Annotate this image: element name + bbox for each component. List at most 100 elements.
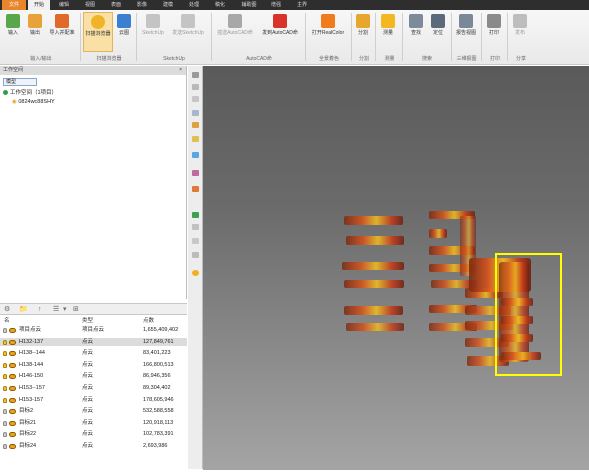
- tool-icon-5[interactable]: [192, 122, 199, 128]
- import-button[interactable]: 输入: [3, 12, 23, 52]
- menu-tab-draft[interactable]: 稿化: [210, 0, 230, 10]
- measure-button[interactable]: 测量: [378, 12, 398, 52]
- dropdown-icon[interactable]: ▾: [63, 306, 67, 314]
- column-header-name[interactable]: 名: [4, 317, 10, 325]
- report-view-button[interactable]: 报告视图: [454, 12, 478, 52]
- view-icon[interactable]: ⊞: [73, 306, 79, 314]
- table-row[interactable]: 项目点云 项目点云 1,655,409,402: [0, 326, 187, 335]
- visibility-bulb-icon[interactable]: [3, 386, 7, 391]
- menu-tab-main[interactable]: 主界: [292, 0, 312, 10]
- up-arrow-icon[interactable]: ↑: [38, 306, 42, 314]
- visibility-bulb-icon[interactable]: [3, 397, 7, 403]
- visibility-bulb-icon[interactable]: [3, 328, 7, 333]
- folder-icon[interactable]: 📁: [19, 306, 28, 314]
- point-cloud-right-block: [465, 258, 541, 366]
- visibility-bulb-icon[interactable]: [3, 339, 7, 345]
- menu-tab-process[interactable]: 处理: [184, 0, 204, 10]
- tool-icon-6[interactable]: [192, 136, 199, 142]
- close-icon[interactable]: ×: [179, 66, 182, 75]
- export-icon: [28, 14, 42, 28]
- print-button[interactable]: 打印: [484, 12, 504, 52]
- cloud-view-button[interactable]: 云图: [115, 12, 133, 52]
- tool-icon-11[interactable]: [192, 224, 199, 230]
- menu-file-tab[interactable]: 文件: [2, 0, 26, 10]
- tool-icon-13[interactable]: [192, 252, 199, 258]
- visibility-bulb-icon[interactable]: [3, 362, 7, 368]
- export-button[interactable]: 输出: [25, 12, 45, 52]
- visibility-bulb-icon[interactable]: [3, 374, 7, 380]
- menu-tab-home[interactable]: 开始: [28, 0, 50, 10]
- viewport-toolstrip: [188, 66, 203, 469]
- column-header-points[interactable]: 点数: [143, 317, 154, 325]
- tool-icon-9[interactable]: [192, 186, 199, 192]
- table-row[interactable]: H153-157 点云 178,605,946: [0, 396, 187, 405]
- visibility-bulb-icon[interactable]: [3, 409, 7, 415]
- tab-model[interactable]: 模型: [3, 78, 37, 86]
- menu-tab-enhance[interactable]: 增强: [266, 0, 286, 10]
- table-row[interactable]: 目标24 点云 2,693,986: [0, 442, 187, 451]
- menu-tab-modeling[interactable]: 建模: [158, 0, 178, 10]
- print-icon: [487, 14, 501, 28]
- point-cloud-icon: [9, 339, 16, 345]
- cad-insert-button[interactable]: 插送AutoCAD命: [214, 12, 256, 52]
- tool-icon-14[interactable]: [192, 270, 199, 276]
- table-row[interactable]: 目标22 点云 102,783,391: [0, 430, 187, 439]
- settings-icon[interactable]: ⚙: [4, 306, 10, 314]
- 3d-viewport[interactable]: [203, 66, 589, 470]
- send-sketchup-button[interactable]: 发送SketchUp: [169, 12, 207, 52]
- segment-button[interactable]: 分割: [354, 12, 372, 52]
- tool-icon-10[interactable]: [192, 212, 199, 218]
- group-separator: [402, 13, 403, 61]
- import-register-button[interactable]: 导入并配准: [47, 12, 77, 52]
- tool-icon-12[interactable]: [192, 238, 199, 244]
- tool-icon-8[interactable]: [192, 170, 199, 176]
- cell-type: 点云: [82, 431, 94, 438]
- tool-icon-1[interactable]: [192, 72, 199, 78]
- cell-type: 点云: [82, 396, 94, 403]
- table-row[interactable]: 目标2 点云 532,588,558: [0, 407, 187, 416]
- cell-name: H146-150: [19, 373, 44, 380]
- cell-points: 83,401,223: [143, 350, 171, 357]
- filter-icon[interactable]: ☰: [53, 306, 59, 314]
- tool-icon-3[interactable]: [192, 96, 199, 102]
- ribbon-toolbar: 输入 输出 导入并配准 扫描浏览器 云图 SketchUp 发送SketchUp…: [0, 10, 589, 65]
- visibility-bulb-icon[interactable]: [3, 420, 7, 426]
- publish-button[interactable]: 发布: [510, 12, 530, 52]
- find-icon: [409, 14, 423, 28]
- table-row[interactable]: H153--157 点云 89,304,402: [0, 384, 187, 393]
- visibility-bulb-icon[interactable]: [3, 351, 7, 357]
- menu-tab-edit[interactable]: 编辑: [54, 0, 74, 10]
- menu-tab-aux[interactable]: 辅助图: [236, 0, 262, 10]
- find-button[interactable]: 查找: [406, 12, 426, 52]
- visibility-bulb-icon[interactable]: [3, 432, 7, 438]
- table-row[interactable]: H138--144 点云 83,401,223: [0, 349, 187, 358]
- scan-browser-button[interactable]: 扫描浏览器: [83, 12, 113, 52]
- cell-type: 点云: [82, 373, 94, 380]
- tool-icon-2[interactable]: [192, 84, 199, 90]
- realcolor-icon: [321, 14, 335, 28]
- point-cloud-icon: [9, 362, 16, 368]
- menu-tab-image[interactable]: 影像: [132, 0, 152, 10]
- menu-tab-surface[interactable]: 表面: [106, 0, 126, 10]
- point-cloud-icon: [9, 444, 16, 449]
- workspace-icon: [3, 90, 8, 96]
- point-cloud-left-block: [342, 216, 404, 331]
- cell-points: 1,655,409,402: [143, 327, 179, 333]
- visibility-bulb-icon[interactable]: [3, 444, 7, 449]
- table-row[interactable]: H132-137 点云 127,849,761: [0, 337, 187, 347]
- send-cad-button[interactable]: 发到AutoCAD命: [258, 12, 302, 52]
- column-header-type[interactable]: 类型: [82, 317, 93, 325]
- workspace-tree-root[interactable]: 工作空间（1项目）: [3, 89, 57, 97]
- tool-icon-4[interactable]: [192, 110, 199, 116]
- tool-icon-7[interactable]: [192, 152, 199, 158]
- workspace-tree-project[interactable]: ◉ 0824wc88SHY: [12, 98, 55, 106]
- table-row[interactable]: 目标21 点云 120,918,113: [0, 419, 187, 428]
- sketchup-button[interactable]: SketchUp: [139, 12, 167, 52]
- table-row[interactable]: H146-150 点云 86,946,356: [0, 372, 187, 381]
- menu-tab-view[interactable]: 视图: [80, 0, 100, 10]
- point-cloud-view[interactable]: [203, 66, 589, 470]
- cell-type: 点云: [82, 361, 94, 368]
- open-realcolor-button[interactable]: 打开RealColor: [308, 12, 348, 52]
- locate-button[interactable]: 定位: [428, 12, 448, 52]
- table-row[interactable]: H138-144 点云 166,800,513: [0, 361, 187, 370]
